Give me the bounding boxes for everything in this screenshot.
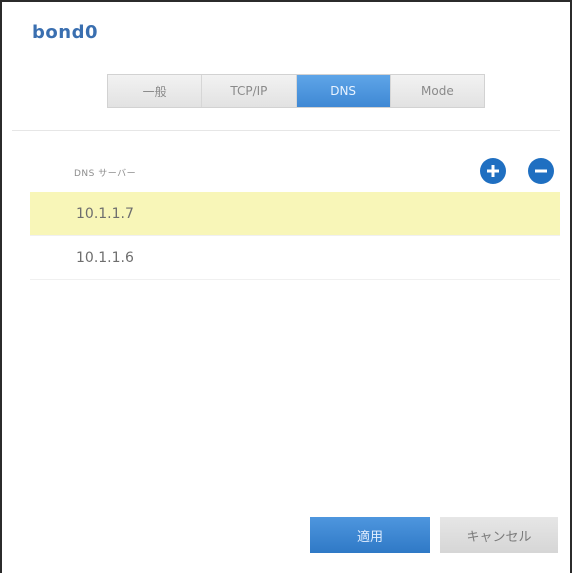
dialog-window: bond0 一般 TCP/IP DNS Mode DNS サーバー 10.1.1… [0,0,572,573]
tab-tcpip[interactable]: TCP/IP [202,75,297,107]
dns-server-row[interactable]: 10.1.1.7 [30,192,560,236]
tab-mode[interactable]: Mode [390,75,484,107]
dns-server-label: DNS サーバー [74,169,137,179]
tab-general[interactable]: 一般 [108,75,203,107]
tab-dns[interactable]: DNS [296,75,391,107]
remove-dns-button[interactable] [528,158,554,184]
cancel-button[interactable]: キャンセル [440,517,558,553]
plus-circle-icon [487,165,499,177]
add-dns-button[interactable] [480,158,506,184]
dns-server-list: 10.1.1.7 10.1.1.6 [30,192,560,280]
section-divider [12,130,560,131]
dialog-title: bond0 [32,22,98,43]
minus-circle-icon [535,169,547,173]
dns-server-row[interactable]: 10.1.1.6 [30,236,560,280]
tab-bar: 一般 TCP/IP DNS Mode [107,74,485,108]
apply-button[interactable]: 適用 [310,517,430,553]
